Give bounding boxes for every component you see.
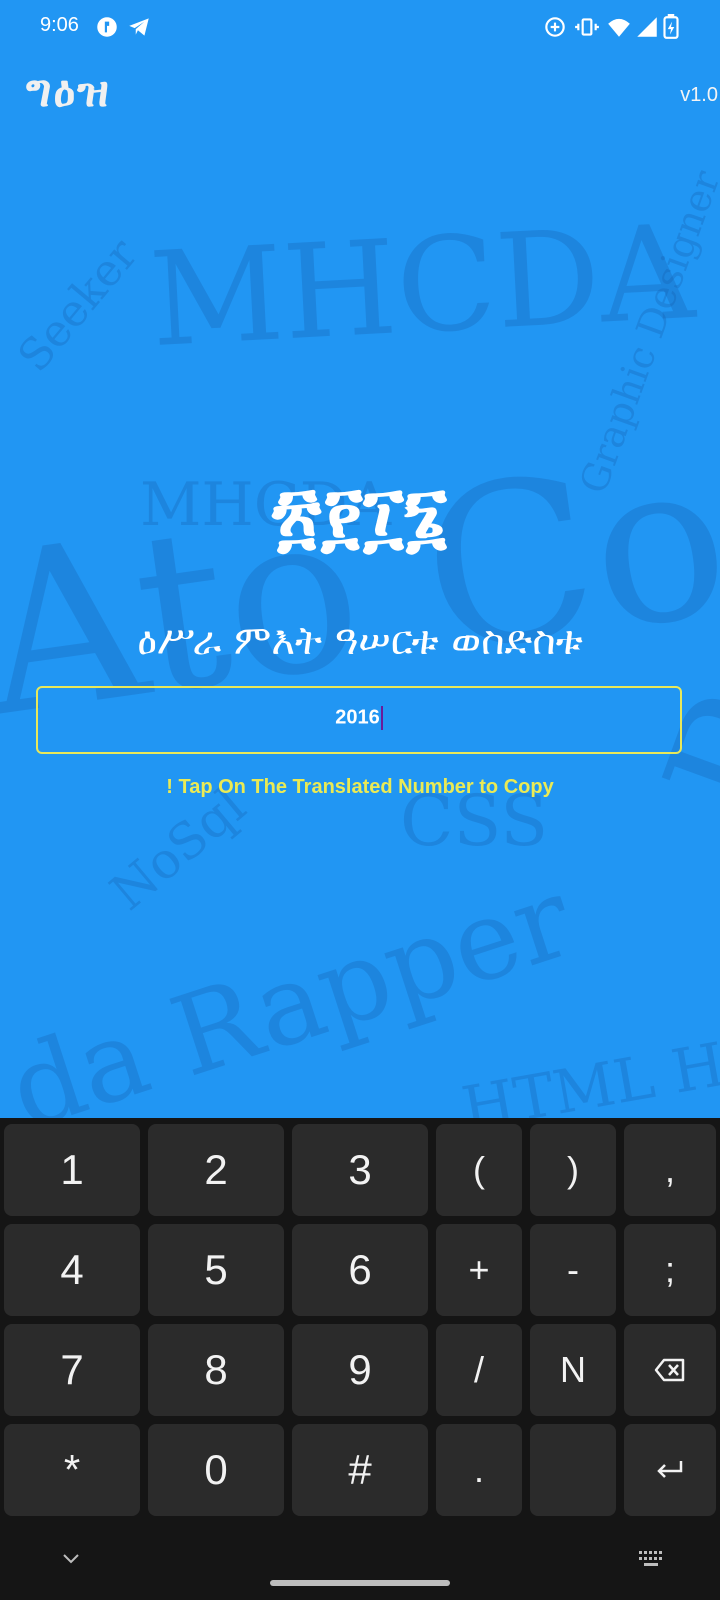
status-time: 9:06: [40, 14, 79, 36]
version-label: v1.0: [680, 84, 718, 106]
key-period[interactable]: .: [436, 1424, 522, 1516]
key-3[interactable]: 3: [292, 1124, 428, 1216]
text-cursor: [380, 706, 383, 730]
translated-number[interactable]: ፳፻፲፮: [0, 470, 720, 561]
chevron-down-icon[interactable]: [60, 1552, 82, 1566]
input-text: 2016: [335, 706, 380, 729]
vibrate-icon: [575, 18, 599, 36]
key-2[interactable]: 2: [148, 1124, 284, 1216]
home-indicator[interactable]: [270, 1580, 450, 1586]
key-n[interactable]: N: [530, 1324, 616, 1416]
key-semicolon[interactable]: ;: [624, 1224, 716, 1316]
number-input[interactable]: 2016: [36, 686, 682, 754]
translated-words[interactable]: ዕሥራ ምእት ዓሠርቱ ወስድስቱ: [0, 618, 720, 664]
key-slash[interactable]: /: [436, 1324, 522, 1416]
key-minus[interactable]: -: [530, 1224, 616, 1316]
enter-key[interactable]: [624, 1424, 716, 1516]
key-close-paren[interactable]: ): [530, 1124, 616, 1216]
backspace-key[interactable]: [624, 1324, 716, 1416]
wifi-icon: [608, 18, 630, 37]
key-asterisk[interactable]: *: [4, 1424, 140, 1516]
battery-icon: [663, 14, 679, 39]
copy-hint: ! Tap On The Translated Number to Copy: [166, 776, 554, 798]
app-icon: [97, 17, 117, 37]
key-6[interactable]: 6: [292, 1224, 428, 1316]
app-logo: ግዕዝ: [26, 66, 111, 117]
backspace-icon: [654, 1358, 685, 1382]
number-input-value[interactable]: 2016: [38, 706, 680, 730]
data-saver-icon: [545, 17, 565, 37]
key-plus[interactable]: +: [436, 1224, 522, 1316]
status-bar: 9:06: [0, 0, 720, 56]
key-blank[interactable]: [530, 1424, 616, 1516]
key-8[interactable]: 8: [148, 1324, 284, 1416]
keyboard-switch-icon[interactable]: [638, 1550, 664, 1568]
key-5[interactable]: 5: [148, 1224, 284, 1316]
key-comma[interactable]: ,: [624, 1124, 716, 1216]
key-7[interactable]: 7: [4, 1324, 140, 1416]
telegram-icon: [129, 18, 149, 36]
key-open-paren[interactable]: (: [436, 1124, 522, 1216]
key-9[interactable]: 9: [292, 1324, 428, 1416]
signal-icon: [637, 17, 657, 37]
enter-icon: [657, 1461, 683, 1478]
key-hash[interactable]: #: [292, 1424, 428, 1516]
key-4[interactable]: 4: [4, 1224, 140, 1316]
key-0[interactable]: 0: [148, 1424, 284, 1516]
key-1[interactable]: 1: [4, 1124, 140, 1216]
